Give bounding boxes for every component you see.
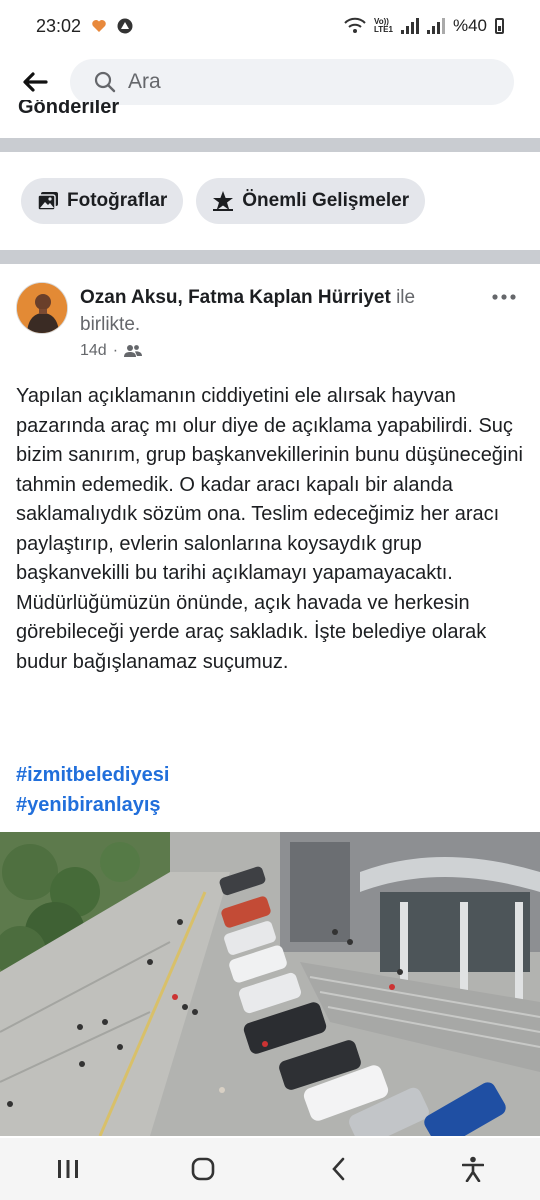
signal-icon-2: [426, 18, 445, 34]
recent-apps-icon: [57, 1160, 78, 1178]
post-meta: 14d ·: [80, 342, 143, 360]
photos-icon: [37, 192, 58, 211]
chip-photos-label: Fotoğraflar: [67, 190, 168, 211]
avatar[interactable]: [16, 282, 68, 334]
divider-top: [0, 138, 540, 152]
section-title-cut: Gönderiler: [18, 100, 120, 118]
system-nav-bar: [0, 1138, 540, 1200]
chip-highlights-label: Önemli Gelişmeler: [242, 190, 410, 211]
signal-icon-1: [400, 18, 419, 34]
chip-highlights[interactable]: Önemli Gelişmeler: [196, 178, 426, 224]
meta-dot: ·: [112, 342, 119, 359]
search-icon: [94, 71, 116, 93]
more-options-button[interactable]: [492, 280, 516, 306]
post-photo-image: [0, 832, 540, 1136]
avatar-photo: [17, 283, 67, 333]
home-icon: [191, 1157, 214, 1181]
post: Ozan Aksu, Fatma Kaplan Hürriyet ile bir…: [0, 266, 540, 816]
heart-icon: [92, 20, 106, 32]
star-icon: [213, 191, 234, 211]
more-options-icon: [492, 294, 516, 300]
post-header: Ozan Aksu, Fatma Kaplan Hürriyet ile bir…: [0, 266, 540, 366]
battery-icon: [495, 18, 504, 34]
filter-chips: Fotoğraflar Önemli Gelişmeler: [0, 178, 540, 224]
author-separator: ,: [177, 287, 189, 308]
hashtag-link[interactable]: #izmitbelediyesi: [16, 760, 169, 790]
wifi-icon: [344, 17, 366, 33]
back-nav-button[interactable]: [298, 1138, 378, 1200]
post-photo[interactable]: [0, 832, 540, 1136]
status-bar: 23:02 Vo)) LTE1 %40: [0, 0, 540, 52]
post-time[interactable]: 14d: [80, 342, 107, 360]
divider-bottom: [0, 250, 540, 264]
search-input[interactable]: Ara: [70, 59, 514, 105]
home-button[interactable]: [163, 1138, 243, 1200]
battery-percent: %40: [452, 16, 487, 35]
post-author-line: Ozan Aksu, Fatma Kaplan Hürriyet ile bir…: [80, 284, 480, 338]
accessibility-icon: [461, 1156, 484, 1182]
recent-apps-button[interactable]: [28, 1138, 108, 1200]
hashtags: #izmitbelediyesi #yenibiranlayış: [16, 760, 169, 820]
chevron-left-icon: [331, 1157, 344, 1181]
hashtag-link[interactable]: #yenibiranlayış: [16, 790, 169, 820]
status-time: 23:02: [36, 15, 82, 36]
tagged-name[interactable]: Fatma Kaplan Hürriyet: [188, 287, 391, 308]
post-text: Yapılan açıklamanın ciddiyetini ele alır…: [16, 385, 523, 673]
app-notification-icon: [117, 18, 133, 34]
back-arrow-icon: [23, 72, 48, 92]
search-placeholder: Ara: [128, 70, 161, 93]
network-label: Vo)) LTE1: [374, 18, 393, 34]
accessibility-button[interactable]: [433, 1138, 513, 1200]
network-type-label: LTE1: [374, 25, 393, 34]
author-name[interactable]: Ozan Aksu: [80, 287, 178, 308]
friends-icon: [124, 345, 143, 357]
chip-photos[interactable]: Fotoğraflar: [21, 178, 184, 224]
